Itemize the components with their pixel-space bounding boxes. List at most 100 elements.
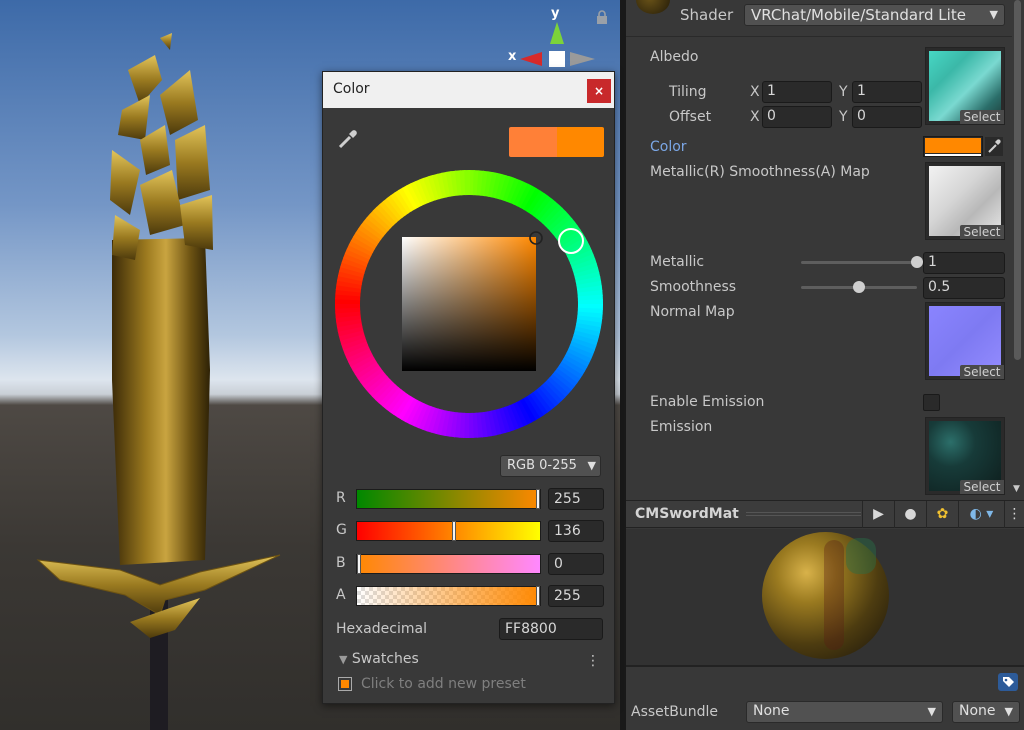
swatches-menu-button[interactable]: ⋮ [586,653,600,669]
preview-title: CMSwordMat [635,506,739,522]
metallic-label: Metallic [650,254,705,270]
channel-handle-r[interactable] [536,489,540,509]
hex-input[interactable]: FF8800 [499,618,603,640]
offset-y-field[interactable]: 0 [852,106,922,128]
assetbundle-variant-dropdown[interactable]: None ▼ [952,701,1020,723]
texture-select-button[interactable]: Select [960,225,1004,239]
hex-label: Hexadecimal [336,621,427,637]
gizmo-x-label[interactable]: x [508,49,516,64]
scrollbar-thumb[interactable] [1014,0,1021,360]
saturation-value-square[interactable] [402,237,536,371]
tag-icon[interactable] [998,673,1018,691]
channel-slider-b[interactable] [356,554,541,574]
smoothness-field[interactable]: 0.5 [923,277,1005,299]
drag-handle[interactable] [746,512,861,518]
smoothness-slider[interactable] [801,281,917,293]
close-button[interactable]: × [587,79,611,103]
eyedropper-icon[interactable] [337,128,359,150]
channel-label-a: A [336,587,346,603]
foldout-arrow-icon: ▼ [339,653,348,666]
chevron-down-icon: ▼ [587,459,596,472]
tiling-y-field[interactable]: 1 [852,81,922,103]
texture-select-button[interactable]: Select [960,480,1004,494]
normal-map-label: Normal Map [650,304,735,320]
offset-label: Offset [669,109,712,125]
channel-row-a: A 255 [336,585,604,607]
smoothness-slider-knob[interactable] [853,281,865,293]
preview-header[interactable]: CMSwordMat ▶ ● ✿ ◐ ▾ ⋮ [626,500,1024,528]
swatches-foldout[interactable]: ▼ Swatches [339,651,419,667]
tiling-x-field[interactable]: 1 [762,81,832,103]
channel-value-r[interactable]: 255 [548,488,604,510]
channel-slider-r[interactable] [356,489,541,509]
shader-label: Shader [680,6,734,24]
texture-select-button[interactable]: Select [960,110,1004,124]
color-mode-dropdown[interactable]: RGB 0-255 ▼ [500,455,601,477]
channel-label-g: G [336,522,347,538]
channel-value-b[interactable]: 0 [548,553,604,575]
channel-handle-g[interactable] [452,521,457,541]
preview-lighting-button[interactable]: ✿ [926,501,958,528]
albedo-texture-slot[interactable]: Select [925,47,1005,125]
metallic-field[interactable]: 1 [923,252,1005,274]
inspector-scrollbar[interactable]: ▼ [1012,0,1024,497]
gizmo-y-label[interactable]: y [551,6,559,21]
emission-texture-slot[interactable]: Select [925,417,1005,495]
tiling-label: Tiling [669,84,707,100]
play-button[interactable]: ▶ [862,501,894,528]
channel-handle-a[interactable] [536,586,540,606]
channel-row-r: R 255 [336,488,604,510]
channel-row-b: B 0 [336,553,604,575]
color-preview-swatch[interactable] [509,127,604,157]
preset-swatch[interactable] [338,677,352,691]
add-preset-hint[interactable]: Click to add new preset [361,676,526,692]
offset-y-label: Y [839,109,848,125]
material-preview-area[interactable] [626,529,1024,665]
channel-label-b: B [336,555,346,571]
smoothness-label: Smoothness [650,279,737,295]
metallic-slider-knob[interactable] [911,256,923,268]
color-field[interactable] [923,136,983,157]
shader-value: VRChat/Mobile/Standard Lite [751,6,966,24]
offset-x-field[interactable]: 0 [762,106,832,128]
material-thumbnail [636,0,670,14]
chevron-down-icon: ▼ [1004,705,1013,718]
channel-label-r: R [336,490,346,506]
material-preview-sphere [762,532,889,659]
channel-value-g[interactable]: 136 [548,520,604,542]
color-picker-window: Color × RGB 0-255 ▼ R 255 G 136 B 0 A 25… [322,71,615,704]
assetbundle-variant-value: None [959,703,996,719]
channel-row-g: G 136 [336,520,604,542]
channel-handle-b[interactable] [357,554,361,574]
scroll-down-arrow-icon[interactable]: ▼ [1013,484,1020,494]
divider [626,36,1012,37]
texture-select-button[interactable]: Select [960,365,1004,379]
metallic-slider[interactable] [801,256,923,268]
assetbundle-name-dropdown[interactable]: None ▼ [746,701,943,723]
normal-map-slot[interactable]: Select [925,302,1005,380]
window-title: Color [333,81,370,97]
assetbundle-name-value: None [753,703,790,719]
hue-wheel[interactable] [334,169,604,439]
preview-mesh-button[interactable]: ● [894,501,926,528]
assetbundle-label: AssetBundle [631,704,719,720]
orientation-gizmo[interactable]: x y [500,2,610,78]
preview-shape-dropdown[interactable]: ◐ ▾ [958,501,1004,528]
color-titlebar[interactable]: Color × [323,72,614,108]
swatches-label: Swatches [351,651,419,667]
old-color-swatch[interactable] [556,127,604,157]
color-mode-value: RGB 0-255 [507,458,577,473]
albedo-label: Albedo [650,49,699,65]
enable-emission-checkbox[interactable] [923,394,940,411]
channel-slider-g[interactable] [356,521,541,541]
eyedropper-icon[interactable] [985,137,1003,156]
chevron-down-icon: ▼ [989,8,998,21]
chevron-down-icon: ▼ [927,705,936,718]
offset-x-label: X [750,109,760,125]
channel-value-a[interactable]: 255 [548,585,604,607]
channel-slider-a[interactable] [356,586,541,606]
metallic-texture-slot[interactable]: Select [925,162,1005,240]
preview-menu-button[interactable]: ⋮ [1004,501,1024,528]
lock-icon[interactable] [596,10,608,24]
shader-dropdown[interactable]: VRChat/Mobile/Standard Lite ▼ [744,4,1005,26]
